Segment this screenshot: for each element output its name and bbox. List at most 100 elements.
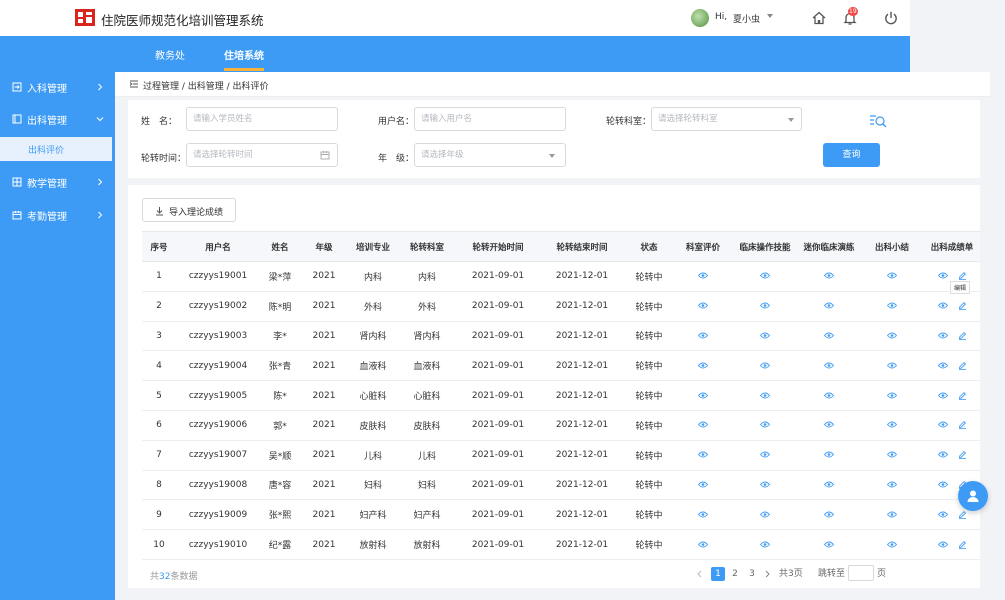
eye-icon[interactable] (886, 272, 898, 279)
chevron-right-icon (98, 211, 103, 219)
menu-fold-icon[interactable] (129, 79, 139, 89)
eye-icon[interactable] (697, 421, 709, 428)
eye-icon[interactable] (886, 511, 898, 518)
sidebar-item-discharge[interactable]: 出科管理 (0, 104, 115, 134)
eye-icon[interactable] (823, 541, 835, 548)
eye-icon[interactable] (823, 392, 835, 399)
advanced-search-icon[interactable] (869, 113, 887, 129)
eye-icon[interactable] (886, 332, 898, 339)
edit-icon[interactable] (958, 420, 967, 430)
eye-icon[interactable] (759, 332, 771, 339)
eye-icon[interactable] (823, 332, 835, 339)
eye-icon[interactable] (759, 481, 771, 488)
eye-icon[interactable] (937, 511, 948, 518)
eye-icon[interactable] (937, 451, 948, 458)
avatar[interactable] (691, 9, 709, 27)
eye-icon[interactable] (759, 451, 771, 458)
username-input[interactable] (414, 107, 566, 131)
eye-icon[interactable] (697, 481, 709, 488)
user-name[interactable]: 夏小虫 (733, 12, 760, 25)
edit-icon[interactable] (958, 510, 967, 519)
eye-icon[interactable] (823, 481, 835, 488)
home-icon[interactable] (811, 10, 827, 26)
edit-icon[interactable] (958, 540, 967, 549)
eye-icon[interactable] (937, 302, 948, 309)
view-cell (798, 291, 860, 322)
eye-icon[interactable] (886, 302, 898, 309)
table-cell: 2021 (300, 261, 348, 292)
column-header: 迷你临床演练 (798, 231, 860, 262)
tab-residency-system[interactable]: 住培系统 (224, 47, 264, 62)
sidebar-item-admission[interactable]: 入科管理 (0, 72, 115, 102)
chevron-down-icon[interactable] (767, 14, 773, 18)
edit-icon[interactable] (958, 271, 967, 281)
eye-icon[interactable] (759, 421, 771, 428)
sidebar-subitem-discharge-evaluation[interactable]: 出科评价 (0, 137, 115, 161)
dept-select[interactable] (651, 107, 802, 131)
sidebar-item-label: 入科管理 (27, 84, 67, 95)
tab-academic-office[interactable]: 教务处 (155, 47, 185, 62)
eye-icon[interactable] (759, 541, 771, 548)
name-input[interactable] (186, 107, 338, 131)
sidebar-item-attendance[interactable]: 考勤管理 (0, 200, 115, 230)
jump-label: 跳转至 (818, 569, 846, 579)
eye-icon[interactable] (759, 362, 771, 369)
eye-icon[interactable] (937, 332, 948, 339)
eye-icon[interactable] (697, 511, 709, 518)
eye-icon[interactable] (697, 541, 709, 548)
eye-icon[interactable] (937, 362, 948, 369)
table-cell: 2021-12-01 (540, 410, 624, 441)
grade-select[interactable] (414, 143, 566, 167)
eye-icon[interactable] (823, 451, 835, 458)
jump-page-input[interactable] (848, 565, 874, 581)
eye-icon[interactable] (823, 421, 835, 428)
breadcrumb: 过程管理 / 出科管理 / 出科评价 (143, 82, 269, 92)
page-button[interactable]: 2 (728, 567, 742, 581)
table-cell: 张*熙 (260, 499, 300, 531)
chevron-right-icon[interactable] (764, 570, 771, 578)
power-icon[interactable] (883, 10, 899, 26)
eye-icon[interactable] (937, 481, 948, 488)
eye-icon[interactable] (937, 421, 948, 428)
search-button[interactable]: 查询 (823, 143, 880, 167)
edit-icon[interactable] (958, 331, 967, 340)
eye-icon[interactable] (886, 421, 898, 428)
eye-icon[interactable] (823, 302, 835, 309)
eye-icon[interactable] (886, 392, 898, 399)
edit-icon[interactable] (958, 391, 967, 400)
edit-icon[interactable] (958, 301, 967, 311)
eye-icon[interactable] (886, 362, 898, 369)
table-cell: 陈*明 (260, 291, 300, 322)
eye-icon[interactable] (823, 362, 835, 369)
eye-icon[interactable] (886, 451, 898, 458)
edit-tooltip: 编辑 (950, 281, 971, 294)
chevron-left-icon[interactable] (696, 570, 703, 578)
help-float-button[interactable] (958, 481, 988, 511)
eye-icon[interactable] (937, 392, 948, 399)
table-cell: 2021 (300, 291, 348, 322)
eye-icon[interactable] (697, 302, 709, 309)
sidebar-item-teaching[interactable]: 教学管理 (0, 167, 115, 197)
eye-icon[interactable] (886, 481, 898, 488)
table-row: 2 czzyys19002 陈*明 2021 外科 外科 2021-09-01 2021-12… (142, 291, 980, 322)
eye-icon[interactable] (886, 541, 898, 548)
edit-icon[interactable] (958, 361, 967, 370)
eye-icon[interactable] (697, 362, 709, 369)
time-picker[interactable] (186, 143, 338, 167)
eye-icon[interactable] (759, 272, 771, 279)
page-button[interactable]: 1 (711, 567, 725, 581)
eye-icon[interactable] (759, 392, 771, 399)
eye-icon[interactable] (823, 272, 835, 279)
eye-icon[interactable] (697, 332, 709, 339)
eye-icon[interactable] (937, 541, 948, 548)
eye-icon[interactable] (697, 451, 709, 458)
eye-icon[interactable] (759, 302, 771, 309)
eye-icon[interactable] (759, 511, 771, 518)
page-button[interactable]: 3 (745, 567, 759, 581)
eye-icon[interactable] (937, 272, 948, 279)
eye-icon[interactable] (697, 392, 709, 399)
edit-icon[interactable] (958, 450, 967, 460)
eye-icon[interactable] (697, 272, 709, 279)
import-scores-button[interactable]: 导入理论成绩 (142, 198, 236, 222)
eye-icon[interactable] (823, 511, 835, 518)
